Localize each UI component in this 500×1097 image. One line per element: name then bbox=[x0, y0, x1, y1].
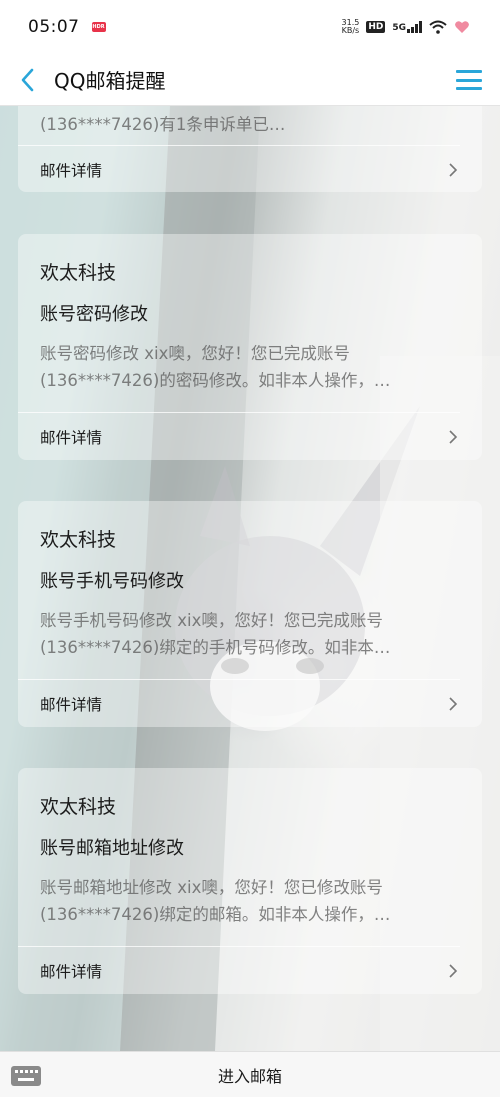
status-time: 05:07 bbox=[28, 17, 80, 37]
message-card: 欢太科技 账号邮箱地址修改 账号邮箱地址修改 xix噢，您好！您已修改账号(13… bbox=[18, 768, 482, 994]
enter-mailbox-button[interactable]: 进入邮箱 bbox=[218, 1063, 282, 1087]
chevron-right-icon bbox=[449, 163, 458, 177]
bottom-bar: 进入邮箱 bbox=[0, 1051, 500, 1097]
signal-bars-icon bbox=[407, 21, 422, 33]
message-card: (136****7426)有1条申诉单已… 邮件详情 bbox=[18, 106, 482, 192]
hd-icon: HD bbox=[366, 21, 386, 33]
menu-icon bbox=[456, 70, 482, 73]
back-arrow-icon bbox=[21, 68, 34, 91]
keyboard-icon[interactable] bbox=[10, 1065, 42, 1087]
mail-detail-row[interactable]: 邮件详情 bbox=[18, 146, 482, 194]
message-sender: 欢太科技 bbox=[40, 796, 117, 818]
message-preview: (136****7426)有1条申诉单已… bbox=[40, 115, 286, 134]
network-type-label: 5G bbox=[392, 23, 406, 33]
mail-detail-row[interactable]: 邮件详情 bbox=[18, 413, 482, 461]
message-card: 欢太科技 账号手机号码修改 账号手机号码修改 xix噢，您好！您已完成账号(13… bbox=[18, 501, 482, 727]
signal-indicator: 5G bbox=[392, 21, 422, 33]
chevron-right-icon bbox=[449, 430, 458, 444]
message-feed[interactable]: (136****7426)有1条申诉单已… 邮件详情 欢太科技 账号密码修改 账… bbox=[0, 106, 500, 1051]
chevron-right-icon bbox=[449, 697, 458, 711]
message-subject: 账号邮箱地址修改 bbox=[40, 838, 184, 859]
battery-icon bbox=[455, 21, 469, 33]
page-title: QQ邮箱提醒 bbox=[54, 69, 166, 93]
title-bar: QQ邮箱提醒 bbox=[0, 54, 500, 106]
wifi-icon bbox=[429, 20, 447, 34]
mail-detail-label: 邮件详情 bbox=[40, 963, 103, 981]
mail-detail-label: 邮件详情 bbox=[40, 696, 103, 714]
menu-button[interactable] bbox=[456, 67, 482, 93]
message-subject: 账号密码修改 bbox=[40, 304, 148, 325]
network-speed-unit: KB/s bbox=[341, 26, 360, 35]
message-preview: 账号邮箱地址修改 xix噢，您好！您已修改账号(136****7426)绑定的邮… bbox=[40, 878, 391, 924]
message-subject: 账号手机号码修改 bbox=[40, 571, 184, 592]
status-bar: 05:07 HDR 31.5 KB/s HD 5G bbox=[0, 0, 500, 54]
mail-detail-label: 邮件详情 bbox=[40, 429, 103, 447]
network-speed: 31.5 KB/s bbox=[342, 19, 360, 35]
mail-detail-row[interactable]: 邮件详情 bbox=[18, 947, 482, 995]
message-sender: 欢太科技 bbox=[40, 262, 117, 284]
back-button[interactable] bbox=[4, 54, 50, 106]
message-preview: 账号密码修改 xix噢，您好！您已完成账号(136****7426)的密码修改。… bbox=[40, 344, 391, 390]
message-card: 欢太科技 账号密码修改 账号密码修改 xix噢，您好！您已完成账号(136***… bbox=[18, 234, 482, 460]
message-preview: 账号手机号码修改 xix噢，您好！您已完成账号(136****7426)绑定的手… bbox=[40, 611, 391, 657]
mail-detail-label: 邮件详情 bbox=[40, 162, 103, 180]
chevron-right-icon bbox=[449, 964, 458, 978]
hdr-icon: HDR bbox=[91, 22, 106, 32]
mail-detail-row[interactable]: 邮件详情 bbox=[18, 680, 482, 728]
message-sender: 欢太科技 bbox=[40, 529, 117, 551]
